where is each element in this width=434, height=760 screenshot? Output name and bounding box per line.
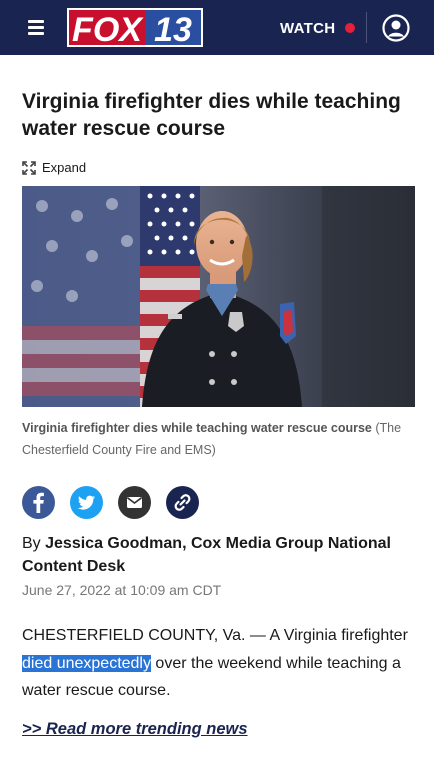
expand-button[interactable]: Expand bbox=[22, 160, 86, 175]
publish-date: June 27, 2022 at 10:09 am CDT bbox=[22, 582, 222, 598]
watch-live-button[interactable]: WATCH bbox=[280, 17, 356, 39]
selected-text[interactable]: died unexpectedly bbox=[22, 654, 151, 672]
user-account-icon bbox=[382, 14, 410, 42]
account-button[interactable] bbox=[382, 14, 410, 42]
author-name[interactable]: Jessica Goodman, Cox Media Group Nationa… bbox=[22, 535, 391, 575]
article-lead-paragraph: CHESTERFIELD COUNTY, Va. — A Virginia fi… bbox=[22, 622, 422, 705]
copy-link-button[interactable] bbox=[166, 486, 199, 519]
watch-label: WATCH bbox=[280, 19, 336, 37]
read-more-trending-link[interactable]: >> Read more trending news bbox=[22, 720, 248, 739]
menu-icon-line bbox=[28, 32, 44, 35]
facebook-icon bbox=[33, 492, 44, 513]
expand-icon bbox=[22, 160, 36, 175]
link-icon bbox=[174, 494, 191, 511]
live-indicator-icon bbox=[345, 23, 356, 33]
firefighter-portrait-image bbox=[22, 186, 415, 407]
article-photo[interactable] bbox=[22, 186, 415, 407]
share-bar bbox=[22, 486, 214, 519]
email-icon bbox=[127, 497, 142, 508]
header-divider bbox=[366, 12, 367, 43]
fox13-logo[interactable]: FOX 13 bbox=[67, 8, 203, 47]
expand-label: Expand bbox=[42, 160, 87, 175]
menu-icon-line bbox=[28, 26, 44, 29]
photo-caption: Virginia firefighter dies while teaching… bbox=[22, 417, 415, 461]
logo-number-text: 13 bbox=[154, 11, 192, 47]
body-text-start: CHESTERFIELD COUNTY, Va. — A Virginia fi… bbox=[22, 627, 408, 644]
menu-icon-line bbox=[28, 20, 44, 23]
byline-prefix: By bbox=[22, 535, 46, 552]
share-twitter-button[interactable] bbox=[70, 486, 103, 519]
article-headline: Virginia firefighter dies while teaching… bbox=[22, 90, 401, 140]
share-facebook-button[interactable] bbox=[22, 486, 55, 519]
article-byline: By Jessica Goodman, Cox Media Group Nati… bbox=[22, 532, 412, 578]
site-header: FOX 13 WATCH bbox=[0, 0, 434, 55]
logo-fox-text: FOX bbox=[72, 11, 144, 47]
twitter-icon bbox=[77, 495, 95, 510]
share-email-button[interactable] bbox=[118, 486, 151, 519]
menu-button[interactable] bbox=[28, 20, 44, 35]
caption-title: Virginia firefighter dies while teaching… bbox=[22, 421, 372, 435]
